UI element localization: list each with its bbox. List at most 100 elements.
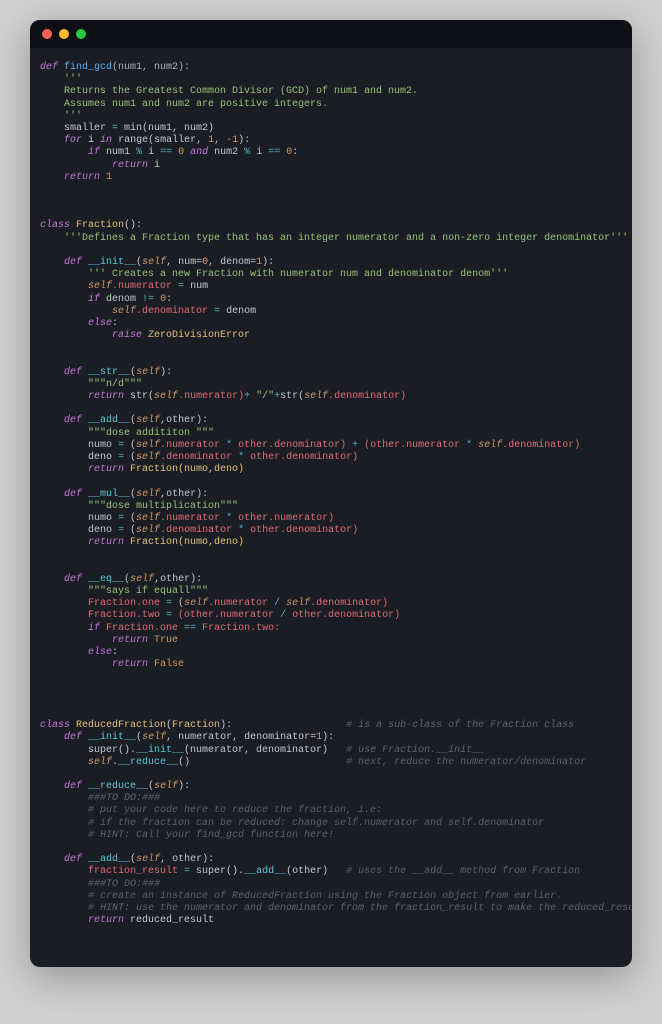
self: self [304,391,328,402]
self: self [184,598,208,609]
indent [40,574,64,585]
kw-and: and [190,147,208,158]
paren: (): [124,220,142,231]
var: i [148,160,160,171]
attr: .numerator) [178,391,244,402]
op: == [184,623,196,634]
paren: ( [172,598,184,609]
comment: # HINT: use the numerator and denominato… [40,903,632,914]
kw-def: def [64,574,88,585]
code-area: def find_gcd(num1, num2): ''' Returns th… [30,48,632,967]
self: self [154,391,178,402]
self: self [88,757,112,768]
indent [40,172,64,183]
paren: ( [124,452,136,463]
indent [40,732,64,743]
attr: .denominator) [328,391,406,402]
self: self [136,440,160,451]
kw-def: def [64,732,88,743]
close-button[interactable] [42,29,52,39]
attr: .denominator [160,525,238,536]
indent [40,294,88,305]
call: str( [124,391,154,402]
self: self [136,489,160,500]
args: (other) [286,866,346,877]
class-fraction: Fraction [76,220,124,231]
indent [40,391,88,402]
dunder-reduce: __reduce__ [88,781,148,792]
kw-return: return [112,635,148,646]
num: -1 [226,135,238,146]
attr: .numerator [112,281,178,292]
indent [40,623,88,634]
exc: ZeroDivisionError [142,330,250,341]
comment: # create an instance of ReducedFraction … [40,891,562,902]
params: , other): [160,854,214,865]
call: str( [280,391,304,402]
docstring: """says if equall""" [40,586,208,597]
line: Fraction.one [40,598,166,609]
docstring: Returns the Greatest Common Divisor (GCD… [40,86,418,97]
paren: () [178,757,346,768]
docstring: """n/d""" [40,379,142,390]
kw-if: if [88,294,100,305]
self: self [136,367,160,378]
params: ,other): [160,415,208,426]
paren: ): [322,732,334,743]
kw-def: def [64,367,88,378]
indent [40,330,112,341]
self: self [154,781,178,792]
minimize-button[interactable] [59,29,69,39]
indent [40,537,88,548]
indent [40,147,88,158]
self: self [136,513,160,524]
paren: ): [178,781,190,792]
var: i [142,147,160,158]
attr: .numerator [208,598,274,609]
args: (numerator, denominator) [184,745,346,756]
paren: ): [220,720,232,731]
maximize-button[interactable] [76,29,86,39]
indent [40,854,64,865]
class-reducedfraction: ReducedFraction [76,720,166,731]
indent [40,915,88,926]
docstring: ''' [40,111,82,122]
self: self [112,306,136,317]
docstring: """dose addititon """ [40,428,214,439]
self: self [142,732,166,743]
indent [40,489,64,500]
bool: False [148,659,184,670]
comment: # uses the __add__ method from Fraction [346,866,580,877]
comment: # put your code here to reduce the fract… [40,805,382,816]
paren: ): [160,367,172,378]
comment: # use Fraction.__init__ [346,745,484,756]
params: ,other): [160,489,208,500]
attr: Fraction.two: [196,623,280,634]
line: deno [40,452,118,463]
dunder-init: __init__ [88,732,136,743]
attr: .denominator [160,452,238,463]
line: deno [40,525,118,536]
self: self [130,574,154,585]
paren: ): [262,257,274,268]
attr: other.numerator) [232,513,334,524]
indent [40,757,88,768]
kw-class: class [40,220,76,231]
num: 1 [106,172,112,183]
kw-raise: raise [112,330,142,341]
op: == [160,147,172,158]
paren: ): [238,135,250,146]
kw-else: else [88,318,112,329]
docstring: """dose multiplication""" [40,501,238,512]
docstring: '''Defines a Fraction type that has an i… [40,233,628,244]
paren: ( [124,440,136,451]
self: self [88,281,112,292]
op: == [268,147,280,158]
attr: .denominator [136,306,214,317]
colon: : [166,294,172,305]
indent [40,135,64,146]
dunder-add: __add__ [88,854,130,865]
window-titlebar [30,20,632,48]
indent [40,464,88,475]
attr: .numerator [160,513,226,524]
